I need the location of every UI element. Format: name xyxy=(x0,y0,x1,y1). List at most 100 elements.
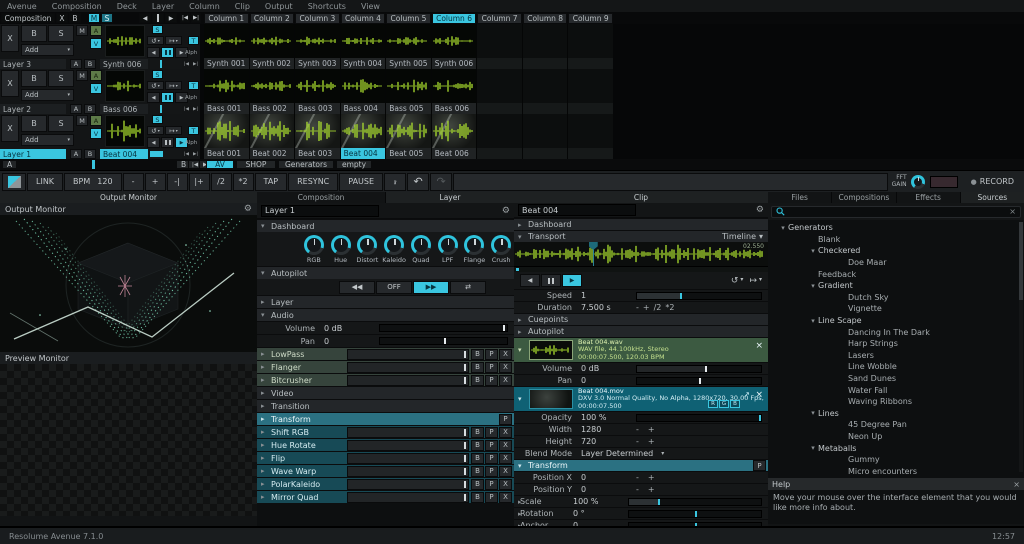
tab-output-monitor[interactable]: Output Monitor xyxy=(0,192,257,203)
clip-cell-bass-002[interactable]: Bass 002 xyxy=(250,69,295,114)
layer-close-button[interactable]: X xyxy=(1,115,19,142)
layer-prev-button[interactable]: ◀ xyxy=(147,137,160,148)
close-icon[interactable]: × xyxy=(755,341,763,351)
section-clip-dashboard[interactable]: ▸Dashboard xyxy=(514,218,768,230)
section-transport[interactable]: ▾TransportTimeline▾ xyxy=(514,230,768,242)
effect-x-button[interactable]: X xyxy=(499,440,512,451)
deck-tab-shop[interactable]: SHOP xyxy=(236,160,276,169)
layer-clip-name[interactable]: Beat 004 xyxy=(100,149,148,159)
effect-row-mirror-quad[interactable]: ▸Mirror QuadBPX xyxy=(257,490,514,503)
posy-plus[interactable]: + xyxy=(648,485,655,494)
layer-transform-header[interactable]: ▸TransformP xyxy=(257,412,514,425)
column-header-3[interactable]: Column 3 xyxy=(295,13,340,24)
tree-item-metaballs[interactable]: ▾Metaballs xyxy=(768,442,1024,454)
layer-clip-thumbnail[interactable] xyxy=(105,25,145,57)
tab-layer[interactable]: Layer xyxy=(386,192,514,203)
search-input[interactable]: × xyxy=(771,206,1021,218)
menu-item-shortcuts[interactable]: Shortcuts xyxy=(308,2,346,11)
layer-clip-name[interactable]: Bass 006 xyxy=(100,104,148,114)
crossfade-b-button[interactable]: B xyxy=(84,59,96,69)
tree-item-sand-dunes[interactable]: Sand Dunes xyxy=(768,373,1024,385)
layer-a-button[interactable]: A xyxy=(90,70,102,81)
section-clip-autopilot[interactable]: ▸Autopilot xyxy=(514,325,768,337)
crossfade-a-button[interactable]: A xyxy=(70,149,82,159)
layer-a-button[interactable]: A xyxy=(90,25,102,36)
clip-position-bar[interactable] xyxy=(150,59,182,69)
column-header-4[interactable]: Column 4 xyxy=(341,13,386,24)
play-direction-dropdown[interactable]: ↦▾ xyxy=(165,36,182,45)
effect-b-button[interactable]: B xyxy=(471,375,484,386)
blend-mode-dropdown[interactable]: Add▾ xyxy=(21,134,74,146)
gear-icon[interactable]: ⚙ xyxy=(502,206,510,216)
effect-p-button[interactable]: P xyxy=(485,427,498,438)
dashboard-knob-crush[interactable]: Crush xyxy=(488,235,514,264)
clip-cell-empty[interactable] xyxy=(568,24,613,69)
clip-cell-synth-001[interactable]: Synth 001 xyxy=(204,24,249,69)
channel-g-toggle[interactable]: G xyxy=(719,400,729,408)
scale-slider[interactable] xyxy=(628,498,762,506)
clip-prev-button[interactable]: ◀ xyxy=(520,274,540,287)
column-header-9[interactable]: Column 9 xyxy=(568,13,613,24)
duration---button[interactable]: - xyxy=(636,303,639,312)
effect-b-button[interactable]: B xyxy=(471,466,484,477)
width-minus[interactable]: - xyxy=(636,425,639,434)
clip-cell-empty[interactable] xyxy=(523,69,568,114)
effect-p-button[interactable]: P xyxy=(485,492,498,503)
effect-row-flanger[interactable]: ▸FlangerBPX xyxy=(257,360,514,373)
tempo--2-button[interactable]: /2 xyxy=(211,173,232,191)
menu-item-deck[interactable]: Deck xyxy=(117,2,137,11)
resync-button[interactable]: RESYNC xyxy=(288,173,338,191)
clip-cell-bass-003[interactable]: Bass 003 xyxy=(295,69,340,114)
skip-end-icon[interactable]: ▶| xyxy=(193,150,201,159)
clip-cell-beat-003[interactable]: Beat 003 xyxy=(295,114,340,159)
crossfader-marker[interactable] xyxy=(92,160,95,169)
tree-item-line-wobble[interactable]: Line Wobble xyxy=(768,361,1024,373)
clip-cell-synth-004[interactable]: Synth 004 xyxy=(341,24,386,69)
tree-item-gummy[interactable]: Gummy xyxy=(768,454,1024,466)
clip-cell-beat-002[interactable]: Beat 002 xyxy=(250,114,295,159)
effect-row-bitcrusher[interactable]: ▸BitcrusherBPX xyxy=(257,373,514,386)
alpha-label[interactable]: Alph xyxy=(185,94,200,102)
skip-end-icon[interactable]: ▶| xyxy=(193,105,201,114)
layer-s-button[interactable]: S xyxy=(152,115,163,124)
effect-p-button[interactable]: P xyxy=(485,466,498,477)
tree-item-dutch-sky[interactable]: Dutch Sky xyxy=(768,292,1024,304)
redo-icon[interactable]: ↷ xyxy=(430,173,452,191)
clip-cell-synth-003[interactable]: Synth 003 xyxy=(295,24,340,69)
column-header-7[interactable]: Column 7 xyxy=(477,13,522,24)
column-header-1[interactable]: Column 1 xyxy=(204,13,249,24)
tree-item-checkered[interactable]: ▾Checkered xyxy=(768,245,1024,257)
menu-item-composition[interactable]: Composition xyxy=(52,2,102,11)
audio-visual-mode-icon[interactable] xyxy=(2,173,26,191)
height-minus[interactable]: - xyxy=(636,437,639,446)
composition-master-button[interactable]: M xyxy=(88,13,100,23)
posx-minus[interactable]: - xyxy=(636,473,639,482)
tree-item-water-fall[interactable]: Water Fall xyxy=(768,384,1024,396)
tree-item-waving-ribbons[interactable]: Waving Ribbons xyxy=(768,396,1024,408)
layer-pause-button[interactable] xyxy=(161,137,174,148)
layer-bypass-button[interactable]: B xyxy=(21,115,47,132)
layer-name-label[interactable]: Layer 2 xyxy=(0,104,66,114)
tab-composition[interactable]: Composition xyxy=(257,192,385,203)
tab-compositions[interactable]: Compositions xyxy=(832,192,895,203)
undo-icon[interactable]: ↶ xyxy=(407,173,429,191)
tree-item-neon-up[interactable]: Neon Up xyxy=(768,431,1024,443)
clip-cell-beat-005[interactable]: Beat 005 xyxy=(386,114,431,159)
column-header-6[interactable]: Column 6 xyxy=(432,13,477,24)
loop-mode-dropdown[interactable]: ↺▾ xyxy=(731,276,744,286)
expand-icon[interactable]: ↗ xyxy=(743,390,750,399)
layer-m-button[interactable]: M xyxy=(76,25,88,36)
deck-tab-empty[interactable]: empty xyxy=(336,160,372,169)
skip-start-icon[interactable]: |◀ xyxy=(184,150,192,159)
tree-item-45-degree-pan[interactable]: 45 Degree Pan xyxy=(768,419,1024,431)
effect-b-button[interactable]: B xyxy=(471,362,484,373)
effect-p-button[interactable]: P xyxy=(485,440,498,451)
gear-icon[interactable]: ⚙ xyxy=(244,204,257,214)
layer-clip-name[interactable]: Synth 006 xyxy=(100,59,148,69)
blend-mode-dropdown[interactable]: Add▾ xyxy=(21,44,74,56)
composition-prev-button[interactable]: ◀ xyxy=(139,13,151,23)
speed-slider[interactable] xyxy=(636,292,762,300)
crossfade-a-button[interactable]: A xyxy=(70,59,82,69)
clip-cell-beat-004[interactable]: Beat 004 xyxy=(341,114,386,159)
loop-mode-dropdown[interactable]: ↺▾ xyxy=(147,126,164,135)
